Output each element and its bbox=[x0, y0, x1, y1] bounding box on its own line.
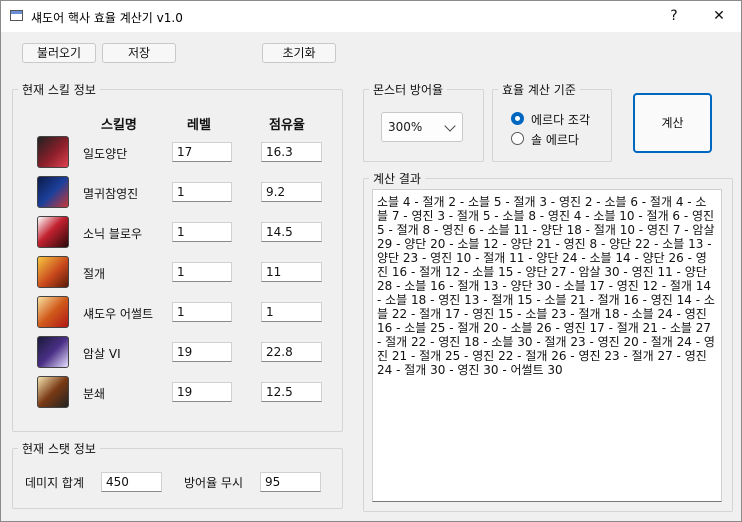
skill-level-input[interactable]: 1 bbox=[172, 222, 232, 242]
load-button[interactable]: 불러오기 bbox=[22, 43, 96, 63]
skill-level-header: 레벨 bbox=[187, 118, 211, 133]
skill-name: 멸귀참영진 bbox=[83, 187, 139, 201]
close-button[interactable]: ✕ bbox=[704, 5, 734, 27]
monster-defense-select[interactable]: 300% bbox=[381, 112, 463, 142]
erda-piece-radio[interactable] bbox=[511, 112, 524, 125]
skill-share-input[interactable]: 16.3 bbox=[261, 142, 322, 162]
skill-level-input[interactable]: 19 bbox=[172, 342, 232, 362]
title-bar: 섀도어 핵사 효율 계산기 v1.0 ? ✕ bbox=[1, 1, 741, 32]
result-textbox[interactable]: 소블 4 - 절개 2 - 소블 5 - 절개 3 - 영진 2 - 소블 6 … bbox=[372, 189, 722, 502]
damage-total-label: 데미지 합계 bbox=[25, 476, 85, 490]
save-button[interactable]: 저장 bbox=[102, 43, 176, 63]
skill-name: 소닉 블로우 bbox=[83, 227, 143, 241]
app-icon bbox=[10, 10, 23, 21]
damage-total-input[interactable]: 450 bbox=[101, 472, 162, 492]
myeolgwi-chamyeongjin-icon bbox=[37, 176, 69, 208]
chevron-down-icon bbox=[444, 120, 456, 132]
shadow-assault-icon bbox=[37, 296, 69, 328]
app-window: 섀도어 핵사 효율 계산기 v1.0 ? ✕ 불러오기 저장 초기화 현재 스킬… bbox=[0, 0, 742, 522]
criteria-title: 효율 계산 기준 bbox=[498, 81, 580, 98]
sol-erda-radio[interactable] bbox=[511, 132, 524, 145]
skill-share-header: 점유율 bbox=[269, 118, 305, 133]
skill-share-input[interactable]: 11 bbox=[261, 262, 322, 282]
bunswae-icon bbox=[37, 376, 69, 408]
monster-defense-title: 몬스터 방어율 bbox=[369, 81, 448, 98]
skill-share-input[interactable]: 9.2 bbox=[261, 182, 322, 202]
reset-button[interactable]: 초기화 bbox=[262, 43, 336, 63]
skill-share-input[interactable]: 12.5 bbox=[261, 382, 322, 402]
skill-name-header: 스킬명 bbox=[101, 118, 137, 133]
skill-name: 섀도우 어썰트 bbox=[83, 307, 154, 321]
skill-level-input[interactable]: 1 bbox=[172, 182, 232, 202]
monster-defense-value: 300% bbox=[388, 120, 423, 134]
skill-name: 일도양단 bbox=[83, 147, 128, 161]
skill-level-input[interactable]: 19 bbox=[172, 382, 232, 402]
skill-name: 절개 bbox=[83, 267, 106, 281]
skill-level-input[interactable]: 1 bbox=[172, 262, 232, 282]
result-title: 계산 결과 bbox=[369, 170, 425, 187]
ildo-yangdan-icon bbox=[37, 136, 69, 168]
skill-level-input[interactable]: 1 bbox=[172, 302, 232, 322]
ignore-defense-label: 방어율 무시 bbox=[184, 476, 244, 490]
erda-piece-label: 에르다 조각 bbox=[531, 113, 591, 127]
amsal-icon bbox=[37, 336, 69, 368]
skill-share-input[interactable]: 1 bbox=[261, 302, 322, 322]
window-title: 섀도어 핵사 효율 계산기 v1.0 bbox=[31, 11, 183, 25]
calculate-button[interactable]: 계산 bbox=[633, 93, 712, 153]
skill-share-input[interactable]: 14.5 bbox=[261, 222, 322, 242]
skill-name: 분쇄 bbox=[83, 387, 106, 401]
sol-erda-label: 솔 에르다 bbox=[531, 133, 579, 147]
jeolgae-icon bbox=[37, 256, 69, 288]
sonic-blow-icon bbox=[37, 216, 69, 248]
skill-name: 암살 VI bbox=[83, 347, 121, 361]
skill-share-input[interactable]: 22.8 bbox=[261, 342, 322, 362]
stat-info-title: 현재 스탯 정보 bbox=[18, 440, 100, 457]
ignore-defense-input[interactable]: 95 bbox=[260, 472, 321, 492]
skill-info-title: 현재 스킬 정보 bbox=[18, 81, 100, 98]
skill-level-input[interactable]: 17 bbox=[172, 142, 232, 162]
help-button[interactable]: ? bbox=[659, 5, 689, 27]
